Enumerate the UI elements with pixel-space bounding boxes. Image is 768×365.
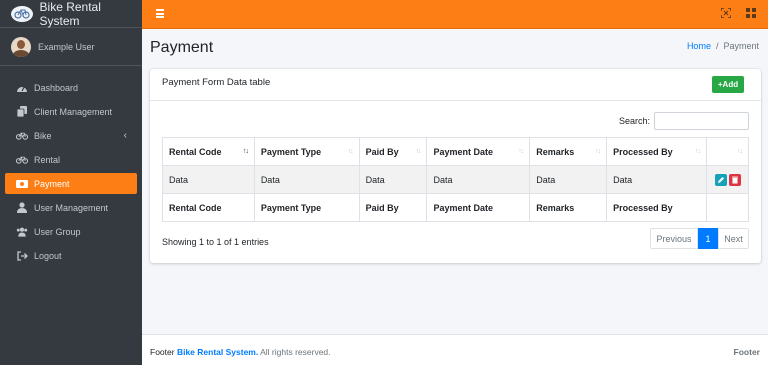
chevron-left-icon[interactable]: ‹ bbox=[124, 130, 127, 141]
pagination-previous[interactable]: Previous bbox=[650, 228, 698, 249]
table-cell: Data bbox=[162, 165, 255, 194]
menu-toggle-icon[interactable] bbox=[156, 9, 164, 18]
bicycle-icon bbox=[16, 154, 28, 166]
brand-link[interactable]: Bike Rental System bbox=[0, 0, 142, 28]
table-footer-row: Rental Code Payment Type Paid By Payment… bbox=[162, 193, 749, 222]
pencil-icon bbox=[718, 176, 724, 183]
table-info: Showing 1 to 1 of 1 entries bbox=[162, 237, 269, 247]
sidebar-nav: Dashboard Client Management Bike ‹ Renta… bbox=[0, 66, 142, 266]
add-button[interactable]: +Add bbox=[712, 76, 744, 93]
table-cell: Data bbox=[529, 165, 608, 194]
footer-column-paid-by: Paid By bbox=[358, 193, 428, 222]
footer-column-payment-type: Payment Type bbox=[253, 193, 360, 222]
column-header-paid-by[interactable]: Paid By ↑↓ bbox=[358, 137, 428, 166]
table-cell: Data bbox=[358, 165, 428, 194]
sidebar-item-label: Rental bbox=[34, 154, 61, 165]
pagination-page-1[interactable]: 1 bbox=[698, 228, 718, 249]
sidebar-item-logout[interactable]: Logout bbox=[5, 245, 137, 266]
bike-logo-icon bbox=[11, 5, 33, 22]
page-footer: Footer Bike Rental System. All rights re… bbox=[142, 334, 768, 365]
users-icon bbox=[16, 226, 28, 238]
sidebar-item-user-management[interactable]: User Management bbox=[5, 197, 137, 218]
sort-icon: ↑↓ bbox=[415, 148, 421, 155]
footer-brand-link[interactable]: Bike Rental System. bbox=[177, 347, 258, 357]
sidebar-item-client-management[interactable]: Client Management bbox=[5, 101, 137, 122]
tachometer-icon bbox=[16, 82, 28, 94]
copy-icon bbox=[16, 106, 28, 118]
footer-copyright: Footer Bike Rental System. All rights re… bbox=[150, 347, 331, 357]
bicycle-icon bbox=[16, 130, 28, 142]
pagination: Previous 1 Next bbox=[650, 228, 749, 249]
breadcrumb: Home / Payment bbox=[687, 41, 759, 51]
sort-icon: ↑↓ bbox=[518, 148, 524, 155]
sidebar-item-payment[interactable]: Payment bbox=[5, 173, 137, 194]
column-header-remarks[interactable]: Remarks ↑↓ bbox=[529, 137, 608, 166]
footer-column-rental-code: Rental Code bbox=[162, 193, 255, 222]
search-label: Search: bbox=[618, 116, 650, 126]
sort-asc-icon: ↑↓ bbox=[242, 148, 249, 155]
footer-prefix: Footer bbox=[150, 347, 175, 357]
sort-icon: ↑↓ bbox=[695, 148, 701, 155]
page-title: Payment bbox=[150, 39, 214, 56]
sort-icon: ↑↓ bbox=[595, 148, 601, 155]
money-icon bbox=[16, 178, 28, 190]
trash-icon bbox=[732, 176, 738, 183]
sidebar-item-rental[interactable]: Rental bbox=[5, 149, 137, 170]
user-icon bbox=[16, 202, 28, 214]
breadcrumb-home-link[interactable]: Home bbox=[687, 41, 711, 51]
sidebar-item-label: Logout bbox=[34, 250, 62, 261]
search-row: Search: bbox=[619, 112, 749, 130]
sidebar: Bike Rental System Example User Dashboar… bbox=[0, 0, 142, 365]
card-header: Payment Form Data table +Add bbox=[150, 69, 761, 101]
user-panel[interactable]: Example User bbox=[0, 28, 142, 66]
control-sidebar-icon[interactable] bbox=[746, 8, 757, 19]
content-header: Payment Home / Payment bbox=[150, 38, 762, 60]
sidebar-item-label: Bike bbox=[34, 130, 52, 141]
footer-column-payment-date: Payment Date bbox=[426, 193, 531, 222]
user-name: Example User bbox=[38, 41, 95, 52]
actions-cell bbox=[706, 165, 749, 194]
sidebar-item-label: Payment bbox=[34, 178, 70, 189]
payment-table: Rental Code ↑↓ Payment Type ↑↓ Paid By ↑↓ P… bbox=[162, 137, 749, 222]
sort-icon: ↑↓ bbox=[347, 148, 354, 155]
breadcrumb-separator: / bbox=[715, 41, 719, 51]
sign-out-icon bbox=[16, 250, 28, 262]
sidebar-item-label: User Group bbox=[34, 226, 81, 237]
table-cell: Data bbox=[606, 165, 707, 194]
footer-column-actions bbox=[706, 193, 749, 222]
footer-column-remarks: Remarks bbox=[529, 193, 608, 222]
avatar bbox=[11, 36, 31, 57]
footer-right-text: Footer bbox=[733, 347, 760, 357]
brand-name: Bike Rental System bbox=[39, 0, 101, 28]
table-header-row: Rental Code ↑↓ Payment Type ↑↓ Paid By ↑↓ P… bbox=[162, 137, 749, 166]
sidebar-item-bike[interactable]: Bike ‹ bbox=[5, 125, 137, 146]
table-cell: Data bbox=[253, 165, 360, 194]
delete-button[interactable] bbox=[729, 173, 741, 186]
table-row: Data Data Data Data Data Data bbox=[162, 165, 749, 194]
sidebar-item-label: Client Management bbox=[34, 106, 113, 117]
column-header-payment-date[interactable]: Payment Date ↑↓ bbox=[426, 137, 531, 166]
footer-suffix: All rights reserved. bbox=[260, 347, 331, 357]
sidebar-item-label: Dashboard bbox=[34, 82, 79, 93]
footer-column-processed-by: Processed By bbox=[606, 193, 707, 222]
card-title: Payment Form Data table bbox=[162, 77, 271, 88]
search-input[interactable] bbox=[654, 112, 749, 130]
column-header-payment-type[interactable]: Payment Type ↑↓ bbox=[253, 137, 360, 166]
table-cell: Data bbox=[426, 165, 531, 194]
top-navbar bbox=[142, 0, 768, 29]
sidebar-item-label: User Management bbox=[34, 202, 109, 213]
pagination-next[interactable]: Next bbox=[718, 228, 749, 249]
sort-icon: ↑↓ bbox=[737, 148, 743, 155]
sidebar-item-user-group[interactable]: User Group bbox=[5, 221, 137, 242]
column-header-actions[interactable]: ↑↓ bbox=[706, 137, 749, 166]
column-header-processed-by[interactable]: Processed By ↑↓ bbox=[606, 137, 707, 166]
payment-card: Payment Form Data table +Add Search: Ren… bbox=[150, 69, 761, 263]
edit-button[interactable] bbox=[715, 173, 727, 186]
breadcrumb-current: Payment bbox=[723, 41, 759, 51]
column-header-rental-code[interactable]: Rental Code ↑↓ bbox=[162, 137, 255, 166]
fullscreen-icon[interactable] bbox=[720, 7, 732, 19]
sidebar-item-dashboard[interactable]: Dashboard bbox=[5, 77, 137, 98]
